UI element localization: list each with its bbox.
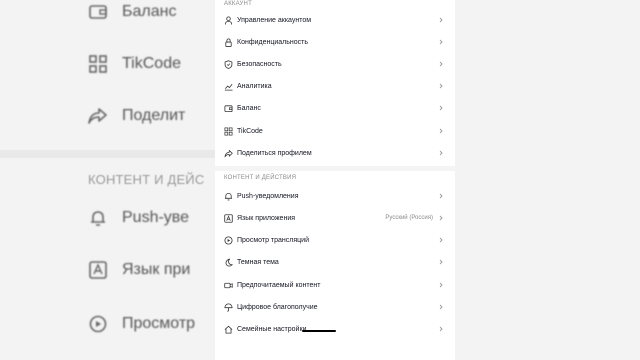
chevron-right-icon xyxy=(437,82,445,90)
settings-item-label: Просмотр трансляций xyxy=(237,236,309,244)
section-title-content: КОНТЕНТ И ДЕЙСТВИЯ xyxy=(224,175,297,181)
bg-item-label: TikCode xyxy=(122,55,181,72)
settings-item-app-language[interactable]: Язык приложения Русский (Россия) xyxy=(215,207,455,229)
settings-item-digital-wellbeing[interactable]: Цифровое благополучие xyxy=(215,296,455,318)
chevron-right-icon xyxy=(437,16,445,24)
person-icon xyxy=(223,15,233,25)
settings-item-label: Управление аккаунтом xyxy=(237,16,312,24)
section-divider xyxy=(215,166,455,171)
settings-item-label: TikCode xyxy=(237,127,263,135)
settings-item-live-viewing[interactable]: Просмотр трансляций xyxy=(215,229,455,251)
bg-item-label: Просмотр xyxy=(122,315,196,332)
bg-item-label: Поделит xyxy=(122,107,186,124)
video-icon xyxy=(223,280,233,290)
settings-item-family-settings[interactable]: Семейные настройки xyxy=(215,318,455,340)
section-title-account: АККАУНТ xyxy=(224,1,252,7)
settings-item-preferred-content[interactable]: Предпочитаемый контент xyxy=(215,274,455,296)
chevron-right-icon xyxy=(437,60,445,68)
settings-item-share-profile[interactable]: Поделиться профилем xyxy=(215,142,455,164)
chevron-right-icon xyxy=(437,303,445,311)
chevron-right-icon xyxy=(437,149,445,157)
settings-item-analytics[interactable]: Аналитика xyxy=(215,75,455,97)
play-circle-icon xyxy=(88,314,108,334)
settings-item-security[interactable]: Безопасность xyxy=(215,53,455,75)
bell-icon xyxy=(223,191,233,201)
chevron-right-icon xyxy=(437,214,445,222)
settings-item-label: Темная тема xyxy=(237,258,279,266)
settings-item-tikcode[interactable]: TikCode xyxy=(215,120,455,142)
chevron-right-icon xyxy=(437,236,445,244)
bg-item-label: Баланс xyxy=(122,3,177,20)
lock-icon xyxy=(223,37,233,47)
settings-screen: АККАУНТ Управление аккаунтом Конфиденциа… xyxy=(215,0,455,360)
chevron-right-icon xyxy=(437,281,445,289)
qr-code-icon xyxy=(88,54,108,74)
bell-icon xyxy=(88,208,108,228)
share-icon xyxy=(88,106,108,126)
settings-item-label: Безопасность xyxy=(237,60,282,68)
language-icon xyxy=(88,260,108,280)
chevron-right-icon xyxy=(437,127,445,135)
play-circle-icon xyxy=(223,235,233,245)
settings-item-label: Конфиденциальность xyxy=(237,38,309,46)
settings-item-label: Предпочитаемый контент xyxy=(237,281,321,289)
chevron-right-icon xyxy=(437,104,445,112)
bg-item-push: Push-уве xyxy=(88,208,189,228)
settings-item-label: Семейные настройки xyxy=(237,325,307,333)
settings-item-label: Язык приложения xyxy=(237,214,296,222)
moon-icon xyxy=(223,257,233,267)
shield-icon xyxy=(223,59,233,69)
bg-item-balance: Баланс xyxy=(88,2,176,22)
settings-item-manage-account[interactable]: Управление аккаунтом xyxy=(215,9,455,31)
chevron-right-icon xyxy=(437,192,445,200)
chevron-right-icon xyxy=(437,258,445,266)
bg-item-label: Язык при xyxy=(122,261,191,278)
home-icon xyxy=(223,324,233,334)
settings-item-label: Цифровое благополучие xyxy=(237,303,318,311)
bg-item-tikcode: TikCode xyxy=(88,54,181,74)
settings-item-label: Push-уведомления xyxy=(237,192,299,200)
wallet-icon xyxy=(88,2,108,22)
qr-code-icon xyxy=(223,126,233,136)
bg-item-label: Push-уве xyxy=(122,209,190,226)
settings-item-label: Баланс xyxy=(237,104,261,112)
share-icon xyxy=(223,148,233,158)
settings-item-privacy[interactable]: Конфиденциальность xyxy=(215,31,455,53)
bg-item-language: Язык при xyxy=(88,260,190,280)
bg-item-share: Поделит xyxy=(88,106,185,126)
chevron-right-icon xyxy=(437,325,445,333)
settings-item-dark-theme[interactable]: Темная тема xyxy=(215,251,455,273)
settings-item-label: Аналитика xyxy=(237,82,272,90)
language-value: Русский (Россия) xyxy=(385,215,433,221)
language-icon xyxy=(223,213,233,223)
home-indicator[interactable] xyxy=(302,330,336,332)
background-right-panel xyxy=(455,0,640,360)
settings-item-balance[interactable]: Баланс xyxy=(215,97,455,119)
chevron-right-icon xyxy=(437,38,445,46)
bg-item-live: Просмотр xyxy=(88,314,195,334)
bg-section-label: КОНТЕНТ И ДЕЙС xyxy=(88,172,205,187)
settings-item-label: Поделиться профилем xyxy=(237,149,312,157)
analytics-icon xyxy=(223,81,233,91)
umbrella-icon xyxy=(223,302,233,312)
wallet-icon xyxy=(223,103,233,113)
settings-item-push-notifications[interactable]: Push-уведомления xyxy=(215,185,455,207)
bg-divider xyxy=(0,150,215,158)
